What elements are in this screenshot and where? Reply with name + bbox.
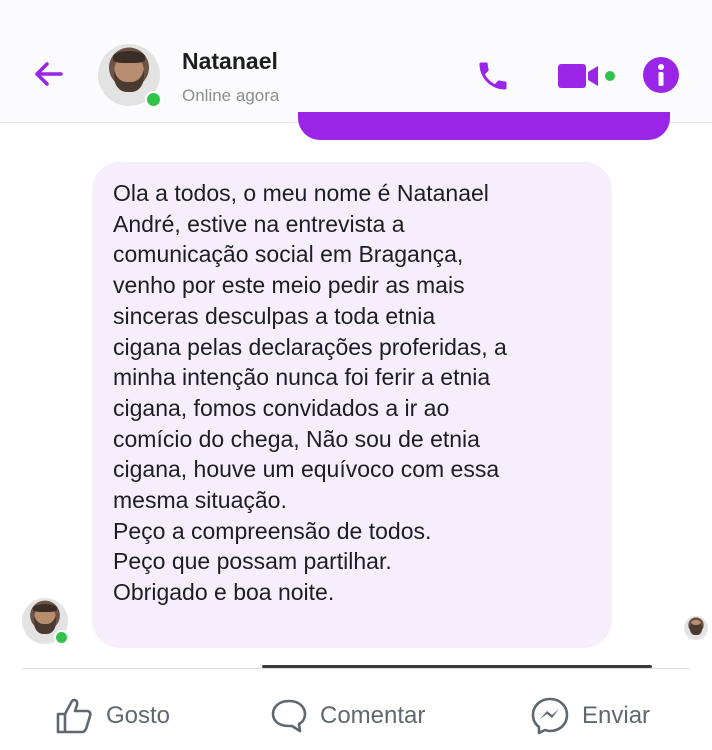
like-label: Gosto [106, 702, 171, 729]
online-indicator [145, 91, 162, 108]
messenger-icon [531, 697, 569, 735]
back-button[interactable] [28, 54, 68, 94]
message-text: Ola a todos, o meu nome é Natanael André… [113, 180, 507, 606]
like-button[interactable]: Gosto [54, 696, 170, 736]
send-label: Enviar [582, 702, 651, 729]
thumbs-up-icon [56, 698, 92, 734]
online-indicator [54, 630, 69, 645]
info-icon [643, 57, 679, 93]
contact-name[interactable]: Natanael [182, 48, 278, 75]
chat-header: Natanael Online agora [0, 0, 712, 123]
comment-button[interactable]: Comentar [270, 696, 425, 736]
video-camera-icon [558, 64, 615, 88]
phone-icon [479, 62, 507, 90]
previous-message-bubble[interactable] [298, 112, 670, 140]
send-button[interactable]: Enviar [530, 696, 650, 736]
info-button[interactable] [642, 56, 680, 94]
call-button[interactable] [474, 58, 514, 94]
comment-icon [271, 699, 307, 733]
avatar-face [690, 620, 702, 635]
seen-indicator-avatar [684, 616, 708, 640]
divider [22, 668, 690, 669]
contact-avatar[interactable] [98, 44, 162, 108]
composer-edge [262, 665, 652, 668]
sender-avatar[interactable] [22, 598, 69, 645]
video-call-button[interactable] [556, 60, 620, 92]
avatar-hair [33, 603, 57, 612]
comment-label: Comentar [320, 702, 426, 729]
avatar-hair [112, 51, 146, 63]
online-status: Online agora [182, 86, 280, 105]
back-arrow-icon [35, 62, 63, 86]
